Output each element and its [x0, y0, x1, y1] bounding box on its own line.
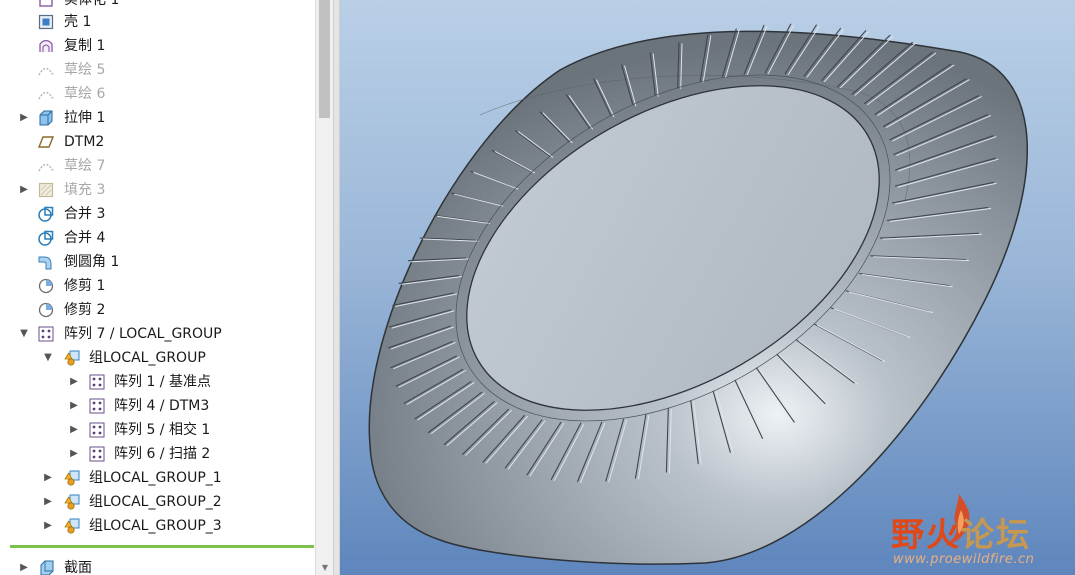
tree-item-label: 草绘 5 [64, 62, 106, 78]
tree-item-group-local-1[interactable]: ▶ 组LOCAL_GROUP_1 [0, 466, 315, 490]
tree-item-pattern-1[interactable]: ▶ 阵列 1 / 基准点 [0, 370, 315, 394]
tree-item-sketch-7[interactable]: 草绘 7 [0, 154, 315, 178]
tree-item-group-local-2[interactable]: ▶ 组LOCAL_GROUP_2 [0, 490, 315, 514]
tree-item-group-local[interactable]: ▼ 组LOCAL_GROUP [0, 346, 315, 370]
tree-item-label: 修剪 1 [64, 278, 106, 294]
group-icon [64, 350, 80, 366]
pattern-icon [89, 398, 105, 414]
expand-toggle[interactable]: ▶ [18, 556, 30, 575]
expand-toggle[interactable]: ▶ [68, 394, 80, 418]
tree-item-label: 组LOCAL_GROUP_2 [89, 494, 222, 510]
fill-icon [38, 182, 54, 198]
scrollbar-thumb[interactable] [319, 0, 330, 118]
tree-item-label: 填充 3 [64, 182, 106, 198]
shell-icon [38, 14, 54, 30]
3d-model-render [368, 23, 1028, 565]
tree-item-label: 组LOCAL_GROUP_3 [89, 518, 222, 534]
pattern-icon [89, 446, 105, 462]
tree-item-label: 截面 [64, 560, 92, 575]
expand-toggle[interactable]: ▶ [68, 442, 80, 466]
watermark-title-b: 论坛 [961, 515, 1031, 554]
tree-item-label: 草绘 6 [64, 86, 106, 102]
tree-item-group-local-3[interactable]: ▶ 组LOCAL_GROUP_3 [0, 514, 315, 538]
scroll-down-arrow-icon[interactable]: ▼ [319, 563, 331, 573]
expand-toggle[interactable]: ▶ [68, 370, 80, 394]
extrude-icon [39, 110, 53, 126]
group-icon [64, 518, 80, 534]
watermark-url: www.proewildfire.cn [893, 552, 1035, 567]
trim-icon [38, 278, 54, 294]
tree-item-label: 壳 1 [64, 14, 92, 30]
pattern-icon [89, 422, 105, 438]
pattern-icon [89, 374, 105, 390]
tree-scrollbar[interactable]: ▼ [315, 0, 334, 575]
round-icon [38, 256, 52, 270]
tree-item-merge-4[interactable]: 合并 4 [0, 226, 315, 250]
solidify-icon [39, 0, 53, 7]
tree-item-section[interactable]: ▶ 截面 [0, 556, 315, 575]
tree-item-label: 组LOCAL_GROUP_1 [89, 470, 222, 486]
tree-item-extrude-1[interactable]: ▶ 拉伸 1 [0, 106, 315, 130]
tree-item-label: 复制 1 [64, 38, 106, 54]
collapse-toggle[interactable]: ▼ [18, 322, 30, 346]
tree-item-label: 草绘 7 [64, 158, 106, 174]
panel-splitter[interactable] [333, 0, 340, 575]
watermark-title: 野火论坛 [891, 508, 1031, 556]
tree-item-fill-3[interactable]: ▶ 填充 3 [0, 178, 315, 202]
tree-item-label: DTM2 [64, 134, 105, 150]
tree-item-sketch-6[interactable]: 草绘 6 [0, 82, 315, 106]
tree-item-label: 阵列 7 / LOCAL_GROUP [64, 326, 222, 342]
forum-watermark: 野火论坛 www.proewildfire.cn [885, 490, 1075, 575]
tree-item-copy[interactable]: 复制 1 [0, 34, 315, 58]
tree-item-label: 阵列 4 / DTM3 [114, 398, 210, 414]
sketch-icon [38, 163, 54, 172]
group-icon [64, 470, 80, 486]
tree-item-pattern-6[interactable]: ▶ 阵列 6 / 扫描 2 [0, 442, 315, 466]
merge-icon [38, 206, 54, 222]
expand-toggle[interactable]: ▶ [42, 514, 54, 538]
expand-toggle[interactable]: ▶ [18, 178, 30, 202]
tree-item-label: 阵列 1 / 基准点 [114, 374, 211, 390]
model-tree: 实体化 1 壳 1 复制 1 草绘 5 草绘 6 ▶ 拉伸 1 DTM2 草绘 … [0, 0, 315, 575]
tree-item-label: 阵列 5 / 相交 1 [114, 422, 211, 438]
tree-item-label: 组LOCAL_GROUP [89, 350, 206, 366]
datum-plane-icon [38, 136, 54, 148]
tree-item-pattern-7[interactable]: ▼ 阵列 7 / LOCAL_GROUP [0, 322, 315, 346]
tree-item-label: 合并 4 [64, 230, 106, 246]
tree-item-merge-3[interactable]: 合并 3 [0, 202, 315, 226]
sketch-icon [38, 67, 54, 76]
tree-item-shell[interactable]: 壳 1 [0, 10, 315, 34]
graphics-viewport[interactable] [340, 0, 1075, 575]
tree-item-trim-2[interactable]: 修剪 2 [0, 298, 315, 322]
tree-item-label: 修剪 2 [64, 302, 106, 318]
expand-toggle[interactable]: ▶ [68, 418, 80, 442]
tree-item-sketch-5[interactable]: 草绘 5 [0, 58, 315, 82]
expand-toggle[interactable]: ▶ [18, 106, 30, 130]
tree-item-trim-1[interactable]: 修剪 1 [0, 274, 315, 298]
tree-item-pattern-4[interactable]: ▶ 阵列 4 / DTM3 [0, 394, 315, 418]
collapse-toggle[interactable]: ▼ [42, 346, 54, 370]
watermark-title-a: 野火 [891, 515, 961, 554]
group-icon [64, 494, 80, 510]
sketch-icon [38, 91, 54, 100]
tree-item-label: 倒圆角 1 [64, 254, 120, 270]
tree-item-label: 合并 3 [64, 206, 106, 222]
section-icon [40, 560, 54, 575]
copy-icon [39, 39, 53, 52]
tree-item-pattern-5[interactable]: ▶ 阵列 5 / 相交 1 [0, 418, 315, 442]
expand-toggle[interactable]: ▶ [42, 490, 54, 514]
expand-toggle[interactable]: ▶ [42, 466, 54, 490]
insert-indicator[interactable] [10, 545, 314, 548]
tree-item-label: 拉伸 1 [64, 110, 106, 126]
pattern-icon [38, 326, 54, 342]
tree-item-round-1[interactable]: 倒圆角 1 [0, 250, 315, 274]
merge-icon [38, 230, 54, 246]
trim-icon [38, 302, 54, 318]
tree-item-label: 阵列 6 / 扫描 2 [114, 446, 211, 462]
tree-item-dtm2[interactable]: DTM2 [0, 130, 315, 154]
